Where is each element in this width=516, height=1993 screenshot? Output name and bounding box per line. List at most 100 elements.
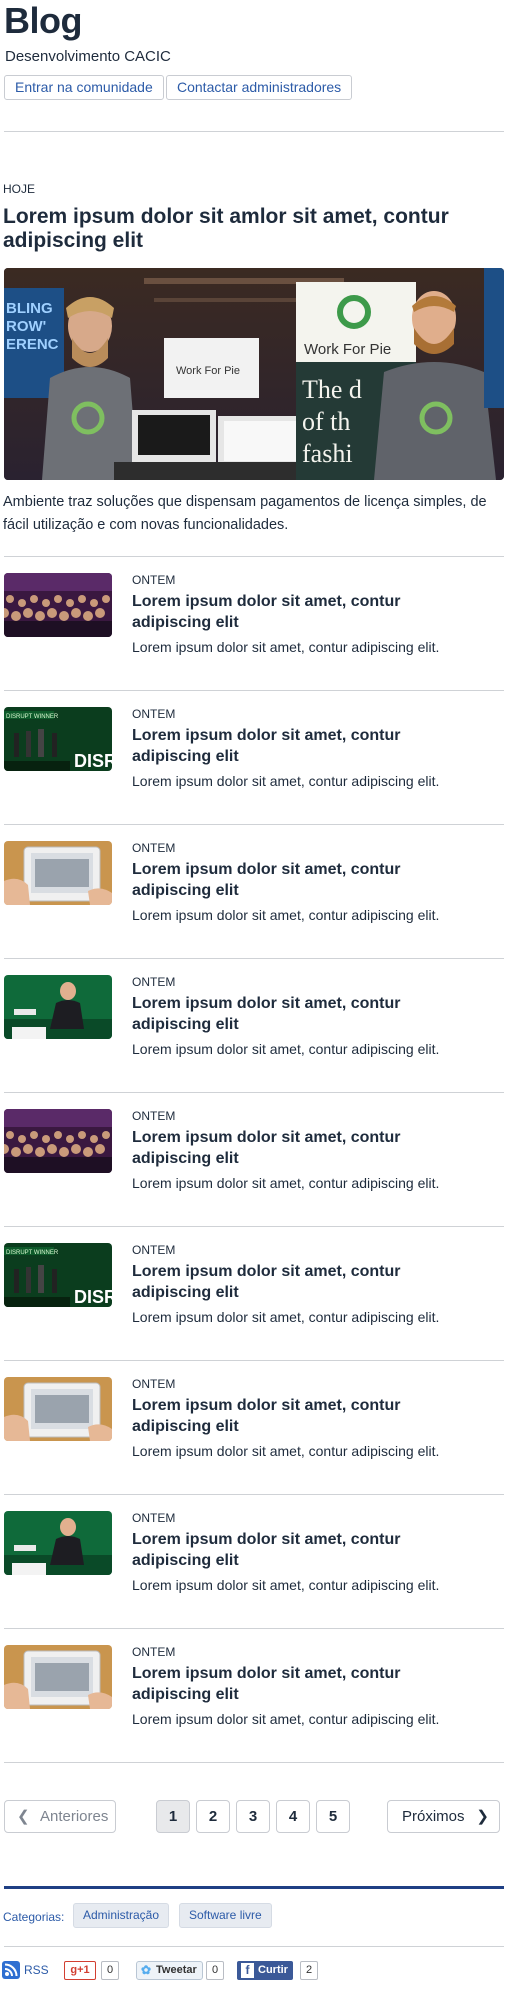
post-date: ONTEM	[132, 573, 176, 587]
featured-description: Ambiente traz soluções que dispensam pag…	[3, 494, 487, 533]
categories-label: Categorias:	[3, 1910, 65, 1924]
divider	[4, 1494, 504, 1495]
audience-photo	[4, 573, 112, 637]
page-5-button[interactable]: 5	[316, 1800, 350, 1833]
post-thumbnail[interactable]	[4, 573, 112, 637]
audience-photo	[4, 1109, 112, 1173]
tablet-photo	[4, 841, 112, 905]
page-4-button[interactable]: 4	[276, 1800, 310, 1833]
featured-image[interactable]: BLING ROW' ERENC Work For Pie Work For P…	[4, 268, 504, 480]
next-page-label: Próximos	[402, 1808, 465, 1825]
divider	[4, 690, 504, 691]
gplus-count: 0	[101, 1961, 120, 1980]
rss-icon	[2, 1961, 20, 1979]
post-excerpt: Lorem ipsum dolor sit amet, contur adipi…	[132, 773, 440, 789]
like-count: 2	[300, 1961, 319, 1980]
divider	[4, 131, 504, 132]
svg-text:DISR: DISR	[74, 751, 112, 771]
post-thumbnail[interactable]	[4, 841, 112, 905]
post-date: ONTEM	[132, 1109, 176, 1123]
blog-subtitle: Desenvolvimento CACIC	[5, 48, 171, 65]
like-button[interactable]: f Curtir	[237, 1961, 293, 1980]
featured-photo: BLING ROW' ERENC Work For Pie Work For P…	[4, 268, 504, 480]
post-excerpt: Lorem ipsum dolor sit amet, contur adipi…	[132, 1309, 440, 1325]
post-title[interactable]: Lorem ipsum dolor sit amet, contur adipi…	[132, 1395, 462, 1437]
post-date: ONTEM	[132, 707, 176, 721]
svg-text:BLING: BLING	[6, 300, 53, 317]
svg-text:DISRUPT WINNER: DISRUPT WINNER	[6, 714, 59, 720]
post-title[interactable]: Lorem ipsum dolor sit amet, contur adipi…	[132, 1127, 462, 1169]
post-title[interactable]: Lorem ipsum dolor sit amet, contur adipi…	[132, 591, 462, 633]
previous-page-button[interactable]: ❮ Anteriores	[4, 1800, 116, 1833]
tweet-count: 0	[206, 1961, 225, 1980]
post-title[interactable]: Lorem ipsum dolor sit amet, contur adipi…	[132, 1529, 462, 1571]
divider	[4, 1946, 504, 1947]
post-excerpt: Lorem ipsum dolor sit amet, contur adipi…	[132, 907, 440, 923]
post-list-item[interactable]: ONTEM Lorem ipsum dolor sit amet, contur …	[0, 573, 516, 707]
rss-link[interactable]: RSS	[2, 1960, 54, 1980]
next-page-button[interactable]: Próximos ❯	[387, 1800, 500, 1833]
svg-text:of th: of th	[302, 407, 350, 436]
like-label: Curtir	[258, 1964, 288, 1976]
divider	[4, 1226, 504, 1227]
post-date: ONTEM	[132, 841, 176, 855]
speaker-photo	[4, 1511, 112, 1575]
post-excerpt: Lorem ipsum dolor sit amet, contur adipi…	[132, 1443, 440, 1459]
post-list-item[interactable]: DISRUPT WINNER DISR ONTEM Lorem ipsum dolor…	[0, 707, 516, 841]
chevron-left-icon: ❮	[17, 1808, 30, 1825]
speaker-photo	[4, 975, 112, 1039]
post-thumbnail[interactable]: DISRUPT WINNER DISR	[4, 1243, 112, 1307]
svg-text:fashi: fashi	[302, 439, 353, 468]
divider	[4, 958, 504, 959]
previous-page-label: Anteriores	[40, 1808, 109, 1825]
svg-text:Work For Pie: Work For Pie	[176, 365, 240, 377]
tweet-button[interactable]: ✿ Tweetar	[136, 1961, 203, 1980]
gplus-button[interactable]: g+1	[64, 1961, 96, 1980]
post-thumbnail[interactable]	[4, 1377, 112, 1441]
page-3-button[interactable]: 3	[236, 1800, 270, 1833]
post-list-item[interactable]: ONTEM Lorem ipsum dolor sit amet, contur …	[0, 1109, 516, 1243]
post-list-item[interactable]: ONTEM Lorem ipsum dolor sit amet, contur …	[0, 1377, 516, 1511]
post-thumbnail[interactable]	[4, 1645, 112, 1709]
stage-photo: DISRUPT WINNER DISR	[4, 707, 112, 771]
post-list-item[interactable]: ONTEM Lorem ipsum dolor sit amet, contur …	[0, 1645, 516, 1779]
page-2-button[interactable]: 2	[196, 1800, 230, 1833]
svg-text:ROW': ROW'	[6, 318, 46, 335]
post-excerpt: Lorem ipsum dolor sit amet, contur adipi…	[132, 1041, 440, 1057]
post-thumbnail[interactable]	[4, 1109, 112, 1173]
post-list-item[interactable]: ONTEM Lorem ipsum dolor sit amet, contur …	[0, 975, 516, 1109]
divider	[4, 1360, 504, 1361]
post-excerpt: Lorem ipsum dolor sit amet, contur adipi…	[132, 639, 440, 655]
post-list-item[interactable]: ONTEM Lorem ipsum dolor sit amet, contur …	[0, 1511, 516, 1645]
tag-software-livre[interactable]: Software livre	[179, 1903, 272, 1928]
tag-administracao[interactable]: Administração	[73, 1903, 170, 1928]
post-thumbnail[interactable]	[4, 1511, 112, 1575]
svg-text:Work For Pie: Work For Pie	[304, 341, 391, 358]
post-list-item[interactable]: DISRUPT WINNER DISR ONTEM Lorem ipsum dolor…	[0, 1243, 516, 1377]
page-1-button[interactable]: 1	[156, 1800, 190, 1833]
post-excerpt: Lorem ipsum dolor sit amet, contur adipi…	[132, 1175, 440, 1191]
join-community-button[interactable]: Entrar na comunidade	[4, 75, 164, 100]
post-title[interactable]: Lorem ipsum dolor sit amet, contur adipi…	[132, 859, 462, 901]
post-date: ONTEM	[132, 1243, 176, 1257]
post-title[interactable]: Lorem ipsum dolor sit amet, contur adipi…	[132, 1261, 462, 1303]
post-list-item[interactable]: ONTEM Lorem ipsum dolor sit amet, contur …	[0, 841, 516, 975]
post-title[interactable]: Lorem ipsum dolor sit amet, contur adipi…	[132, 725, 462, 767]
chevron-right-icon: ❯	[476, 1808, 489, 1825]
post-title[interactable]: Lorem ipsum dolor sit amet, contur adipi…	[132, 1663, 462, 1705]
post-excerpt: Lorem ipsum dolor sit amet, contur adipi…	[132, 1577, 440, 1593]
post-date: ONTEM	[132, 1511, 176, 1525]
divider	[4, 824, 504, 825]
post-date: ONTEM	[132, 975, 176, 989]
featured-title[interactable]: Lorem ipsum dolor sit amlor sit amet, co…	[3, 205, 503, 253]
svg-text:DISR: DISR	[74, 1287, 112, 1307]
post-title[interactable]: Lorem ipsum dolor sit amet, contur adipi…	[132, 993, 462, 1035]
svg-text:DISRUPT WINNER: DISRUPT WINNER	[6, 1250, 59, 1256]
gplus-label: +1	[77, 1964, 90, 1976]
contact-admins-button[interactable]: Contactar administradores	[166, 75, 353, 100]
post-excerpt: Lorem ipsum dolor sit amet, contur adipi…	[132, 1711, 440, 1727]
post-thumbnail[interactable]	[4, 975, 112, 1039]
featured-date: HOJE	[3, 182, 36, 196]
tweet-label: Tweetar	[156, 1964, 197, 1976]
post-thumbnail[interactable]: DISRUPT WINNER DISR	[4, 707, 112, 771]
